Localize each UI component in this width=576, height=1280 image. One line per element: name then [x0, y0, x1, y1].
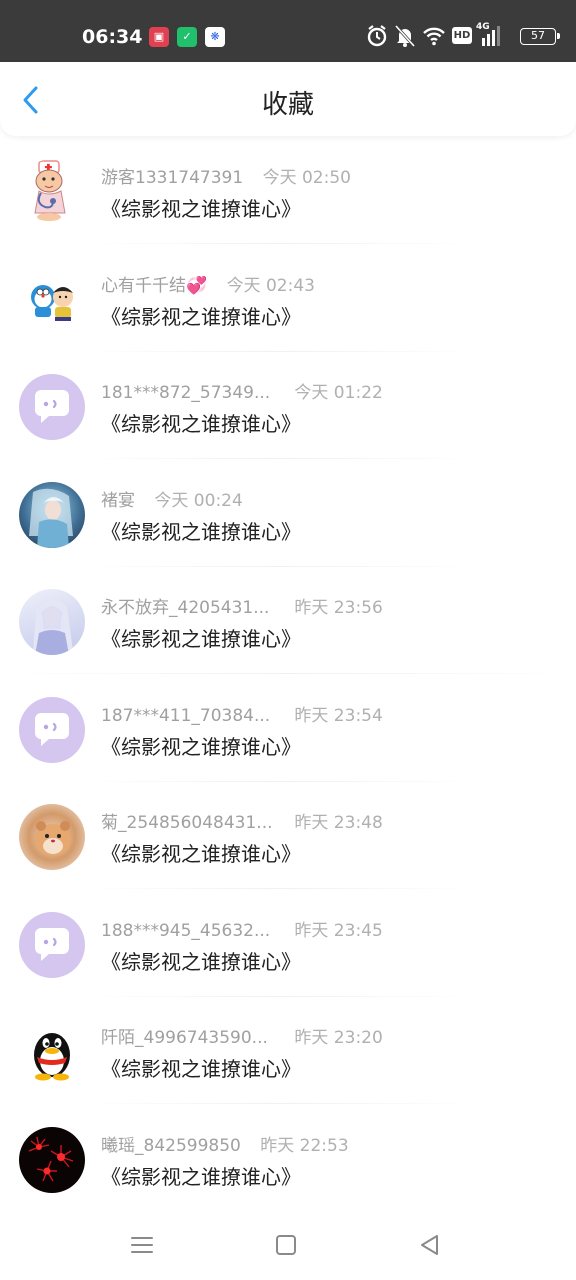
avatar[interactable]: [19, 481, 85, 548]
notification-paw-app-icon: ❋: [205, 27, 225, 47]
book-title[interactable]: 《综影视之谁撩谁心》: [101, 1161, 301, 1190]
timestamp: 昨天 23:48: [294, 813, 383, 833]
status-time: 06:34: [82, 26, 143, 48]
user-name: 181***872_57349...: [101, 383, 271, 403]
user-name: 曦瑶_842599850: [101, 1135, 241, 1156]
item-meta: 181***872_57349... 今天 01:22: [101, 378, 383, 403]
list-item[interactable]: 永不放弃_4205431... 昨天 23:56 《综影视之谁撩谁心》: [0, 566, 576, 674]
avatar[interactable]: [19, 1126, 85, 1193]
avatar[interactable]: [19, 804, 85, 870]
list-item[interactable]: 菊_254856048431... 昨天 23:48 《综影视之谁撩谁心》: [0, 781, 576, 889]
timestamp: 今天 02:50: [262, 168, 351, 188]
book-title[interactable]: 《综影视之谁撩谁心》: [101, 408, 301, 437]
book-title[interactable]: 《综影视之谁撩谁心》: [101, 193, 301, 222]
hd-icon: HD: [452, 27, 472, 44]
user-name: 188***945_45632...: [101, 920, 271, 941]
wifi-icon: [423, 27, 445, 46]
menu-icon[interactable]: [127, 1230, 157, 1260]
book-title[interactable]: 《综影视之谁撩谁心》: [101, 516, 301, 545]
system-nav-bar: [0, 1210, 576, 1280]
timestamp: 昨天 22:53: [260, 1135, 349, 1156]
battery-level: 57: [531, 29, 545, 42]
home-square-icon[interactable]: [271, 1230, 301, 1260]
book-title[interactable]: 《综影视之谁撩谁心》: [101, 1053, 301, 1082]
header: 收藏: [0, 62, 576, 136]
fantasy-character-icon: [29, 488, 73, 548]
red-flowers-icon: [28, 1136, 74, 1181]
signal-type-label: 4G: [476, 22, 490, 32]
default-chat-avatar-icon: [35, 927, 69, 961]
mute-bell-icon: [394, 24, 416, 48]
user-name: 阡陌_4996743590...: [101, 1028, 268, 1048]
back-triangle-icon[interactable]: [415, 1230, 445, 1260]
item-meta: 阡陌_4996743590... 昨天 23:20: [101, 1023, 383, 1048]
user-name: 心有千千结💞: [101, 275, 208, 296]
avatar[interactable]: [19, 696, 85, 763]
item-meta: 心有千千结💞 今天 02:43: [101, 271, 315, 296]
item-meta: 曦瑶_842599850 昨天 22:53: [101, 1131, 349, 1156]
avatar[interactable]: [19, 911, 85, 978]
list-item[interactable]: 187***411_70384... 昨天 23:54 《综影视之谁撩谁心》: [0, 674, 576, 782]
qq-penguin-icon: [34, 1033, 70, 1081]
default-chat-avatar-icon: [35, 390, 69, 423]
timestamp: 昨天 23:56: [294, 598, 383, 618]
hamster-icon: [35, 821, 71, 856]
default-chat-avatar-icon: [35, 712, 69, 746]
notification-red-app-icon: ▣: [149, 27, 169, 47]
alarm-icon: [367, 25, 387, 47]
book-title[interactable]: 《综影视之谁撩谁心》: [101, 838, 301, 867]
item-meta: 187***411_70384... 昨天 23:54: [101, 701, 383, 726]
avatar[interactable]: [19, 266, 85, 333]
list-item[interactable]: 188***945_45632... 昨天 23:45 《综影视之谁撩谁心》: [0, 889, 576, 997]
doraemon-cartoon-icon: [31, 284, 73, 321]
book-title[interactable]: 《综影视之谁撩谁心》: [101, 301, 301, 330]
avatar[interactable]: [19, 159, 85, 225]
list-item[interactable]: 阡陌_4996743590... 昨天 23:20 《综影视之谁撩谁心》: [0, 996, 576, 1104]
item-meta: 188***945_45632... 昨天 23:45: [101, 916, 383, 941]
item-meta: 褚宴 今天 00:24: [101, 486, 243, 511]
book-title[interactable]: 《综影视之谁撩谁心》: [101, 731, 301, 760]
timestamp: 昨天 23:45: [294, 920, 383, 941]
signal-icon: 4G: [476, 22, 506, 48]
book-title[interactable]: 《综影视之谁撩谁心》: [101, 946, 301, 975]
page-title: 收藏: [261, 90, 314, 120]
list-item[interactable]: 181***872_57349... 今天 01:22 《综影视之谁撩谁心》: [0, 351, 576, 459]
timestamp: 今天 02:43: [226, 275, 315, 296]
status-icons: HD 4G 57: [366, 22, 560, 52]
status-bar: 06:34 ▣ ✓ ❋ HD 4G 57: [0, 0, 576, 62]
favorites-list: 游客1331747391 今天 02:50 《综影视之谁撩谁心》 心有千千结💞 …: [0, 136, 576, 1211]
avatar[interactable]: [19, 589, 85, 655]
user-name: 永不放弃_4205431...: [101, 598, 270, 618]
user-name: 褚宴: [101, 490, 135, 511]
user-name: 187***411_70384...: [101, 705, 271, 726]
timestamp: 今天 00:24: [154, 490, 243, 511]
notification-green-app-icon: ✓: [177, 27, 197, 47]
item-meta: 游客1331747391 今天 02:50: [101, 163, 351, 188]
list-item[interactable]: 心有千千结💞 今天 02:43 《综影视之谁撩谁心》: [0, 244, 576, 352]
avatar[interactable]: [19, 374, 85, 440]
timestamp: 今天 01:22: [294, 383, 383, 403]
item-meta: 菊_254856048431... 昨天 23:48: [101, 808, 383, 833]
anime-girl-icon: [33, 598, 73, 655]
timestamp: 昨天 23:20: [294, 1028, 383, 1048]
item-meta: 永不放弃_4205431... 昨天 23:56: [101, 593, 383, 618]
book-title[interactable]: 《综影视之谁撩谁心》: [101, 623, 301, 652]
nurse-cartoon-icon: [34, 160, 66, 221]
battery-icon: 57: [520, 28, 560, 45]
timestamp: 昨天 23:54: [294, 705, 383, 726]
list-item[interactable]: 褚宴 今天 00:24 《综影视之谁撩谁心》: [0, 459, 576, 567]
list-item[interactable]: 曦瑶_842599850 昨天 22:53 《综影视之谁撩谁心》: [0, 1104, 576, 1212]
avatar[interactable]: [19, 1019, 85, 1085]
user-name: 菊_254856048431...: [101, 813, 273, 833]
list-item[interactable]: 游客1331747391 今天 02:50 《综影视之谁撩谁心》: [0, 136, 576, 244]
user-name: 游客1331747391: [101, 168, 244, 188]
